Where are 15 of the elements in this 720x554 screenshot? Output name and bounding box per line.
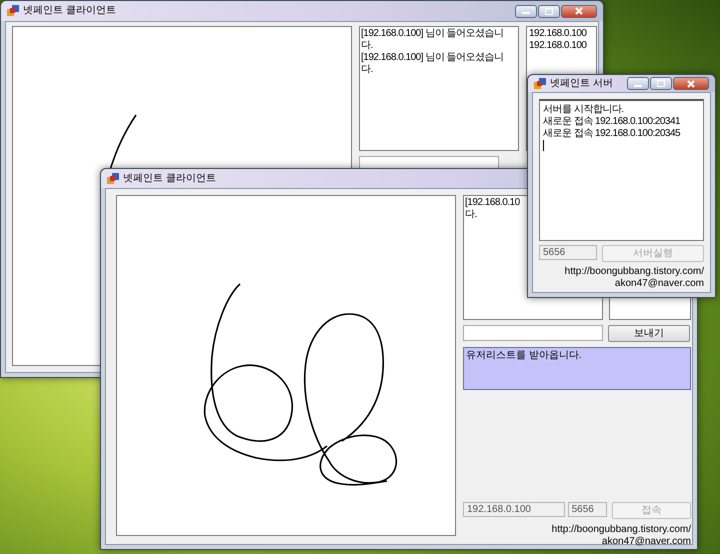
- chat-message: [192.168.0.100] 님이 들어오셨습니: [361, 28, 504, 40]
- log-line: 새로운 접속 192.168.0.100:20345: [543, 128, 680, 140]
- user-list-item: 192.168.0.100: [529, 28, 586, 40]
- log-line: 서버를 시작합니다.: [543, 104, 624, 116]
- log-line: 새로운 접속 192.168.0.100:20341: [543, 116, 680, 128]
- chat-message: 다.: [465, 209, 477, 221]
- status-message: 유저리스트를 받아옵니다.: [466, 350, 582, 362]
- chat-message: [192.168.0.10: [465, 197, 520, 209]
- chat-message: 다.: [361, 40, 373, 52]
- window-title: 넷페인트 서버: [550, 78, 613, 90]
- chat-message: [192.168.0.100] 님이 들어오셨습니: [361, 52, 504, 64]
- chat-message: 다.: [361, 64, 373, 76]
- window-title: 넷페인트 클라이언트: [23, 5, 116, 17]
- window-title: 넷페인트 클라이언트: [123, 172, 216, 184]
- user-list-item: 192.168.0.100: [529, 40, 586, 52]
